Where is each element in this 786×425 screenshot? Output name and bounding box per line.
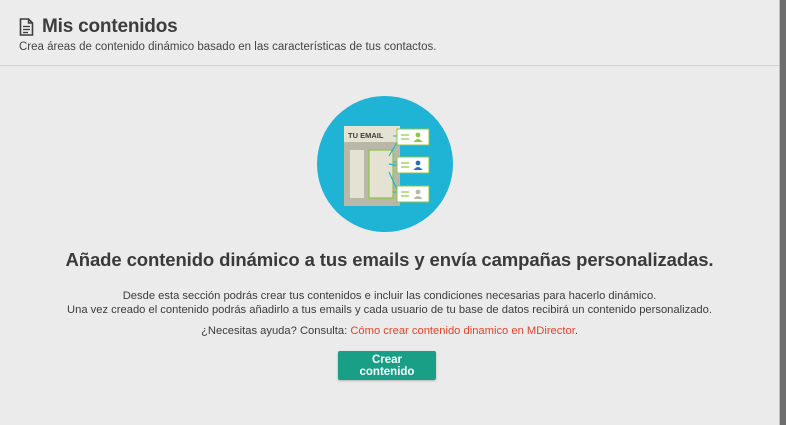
description-line-1: Desde esta sección podrás crear tus cont… <box>122 290 657 302</box>
page-frame: Mis contenidos Crea áreas de contenido d… <box>0 0 780 425</box>
help-text: ¿Necesitas ayuda? Consulta: Cómo crear c… <box>0 325 779 337</box>
description: Desde esta sección podrás crear tus cont… <box>0 289 779 317</box>
title-row: Mis contenidos <box>19 16 178 38</box>
description-line-2: Una vez creado el contenido podrás añadi… <box>67 304 712 316</box>
email-label: TU EMAIL <box>348 131 384 140</box>
help-prefix: ¿Necesitas ayuda? Consulta: <box>201 325 351 337</box>
page-subtitle: Crea áreas de contenido dinámico basado … <box>19 41 437 53</box>
document-icon <box>19 18 34 36</box>
main-headline: Añade contenido dinámico a tus emails y … <box>65 249 714 270</box>
help-link[interactable]: Cómo crear contenido dinamico en MDirect… <box>350 325 574 337</box>
page-title: Mis contenidos <box>42 16 178 37</box>
help-suffix: . <box>574 325 578 337</box>
window-edge <box>780 0 786 425</box>
page-header: Mis contenidos Crea áreas de contenido d… <box>0 0 779 66</box>
dynamic-content-illustration: TU EMAIL <box>317 96 453 232</box>
create-content-button[interactable]: Crear contenido <box>338 351 436 380</box>
